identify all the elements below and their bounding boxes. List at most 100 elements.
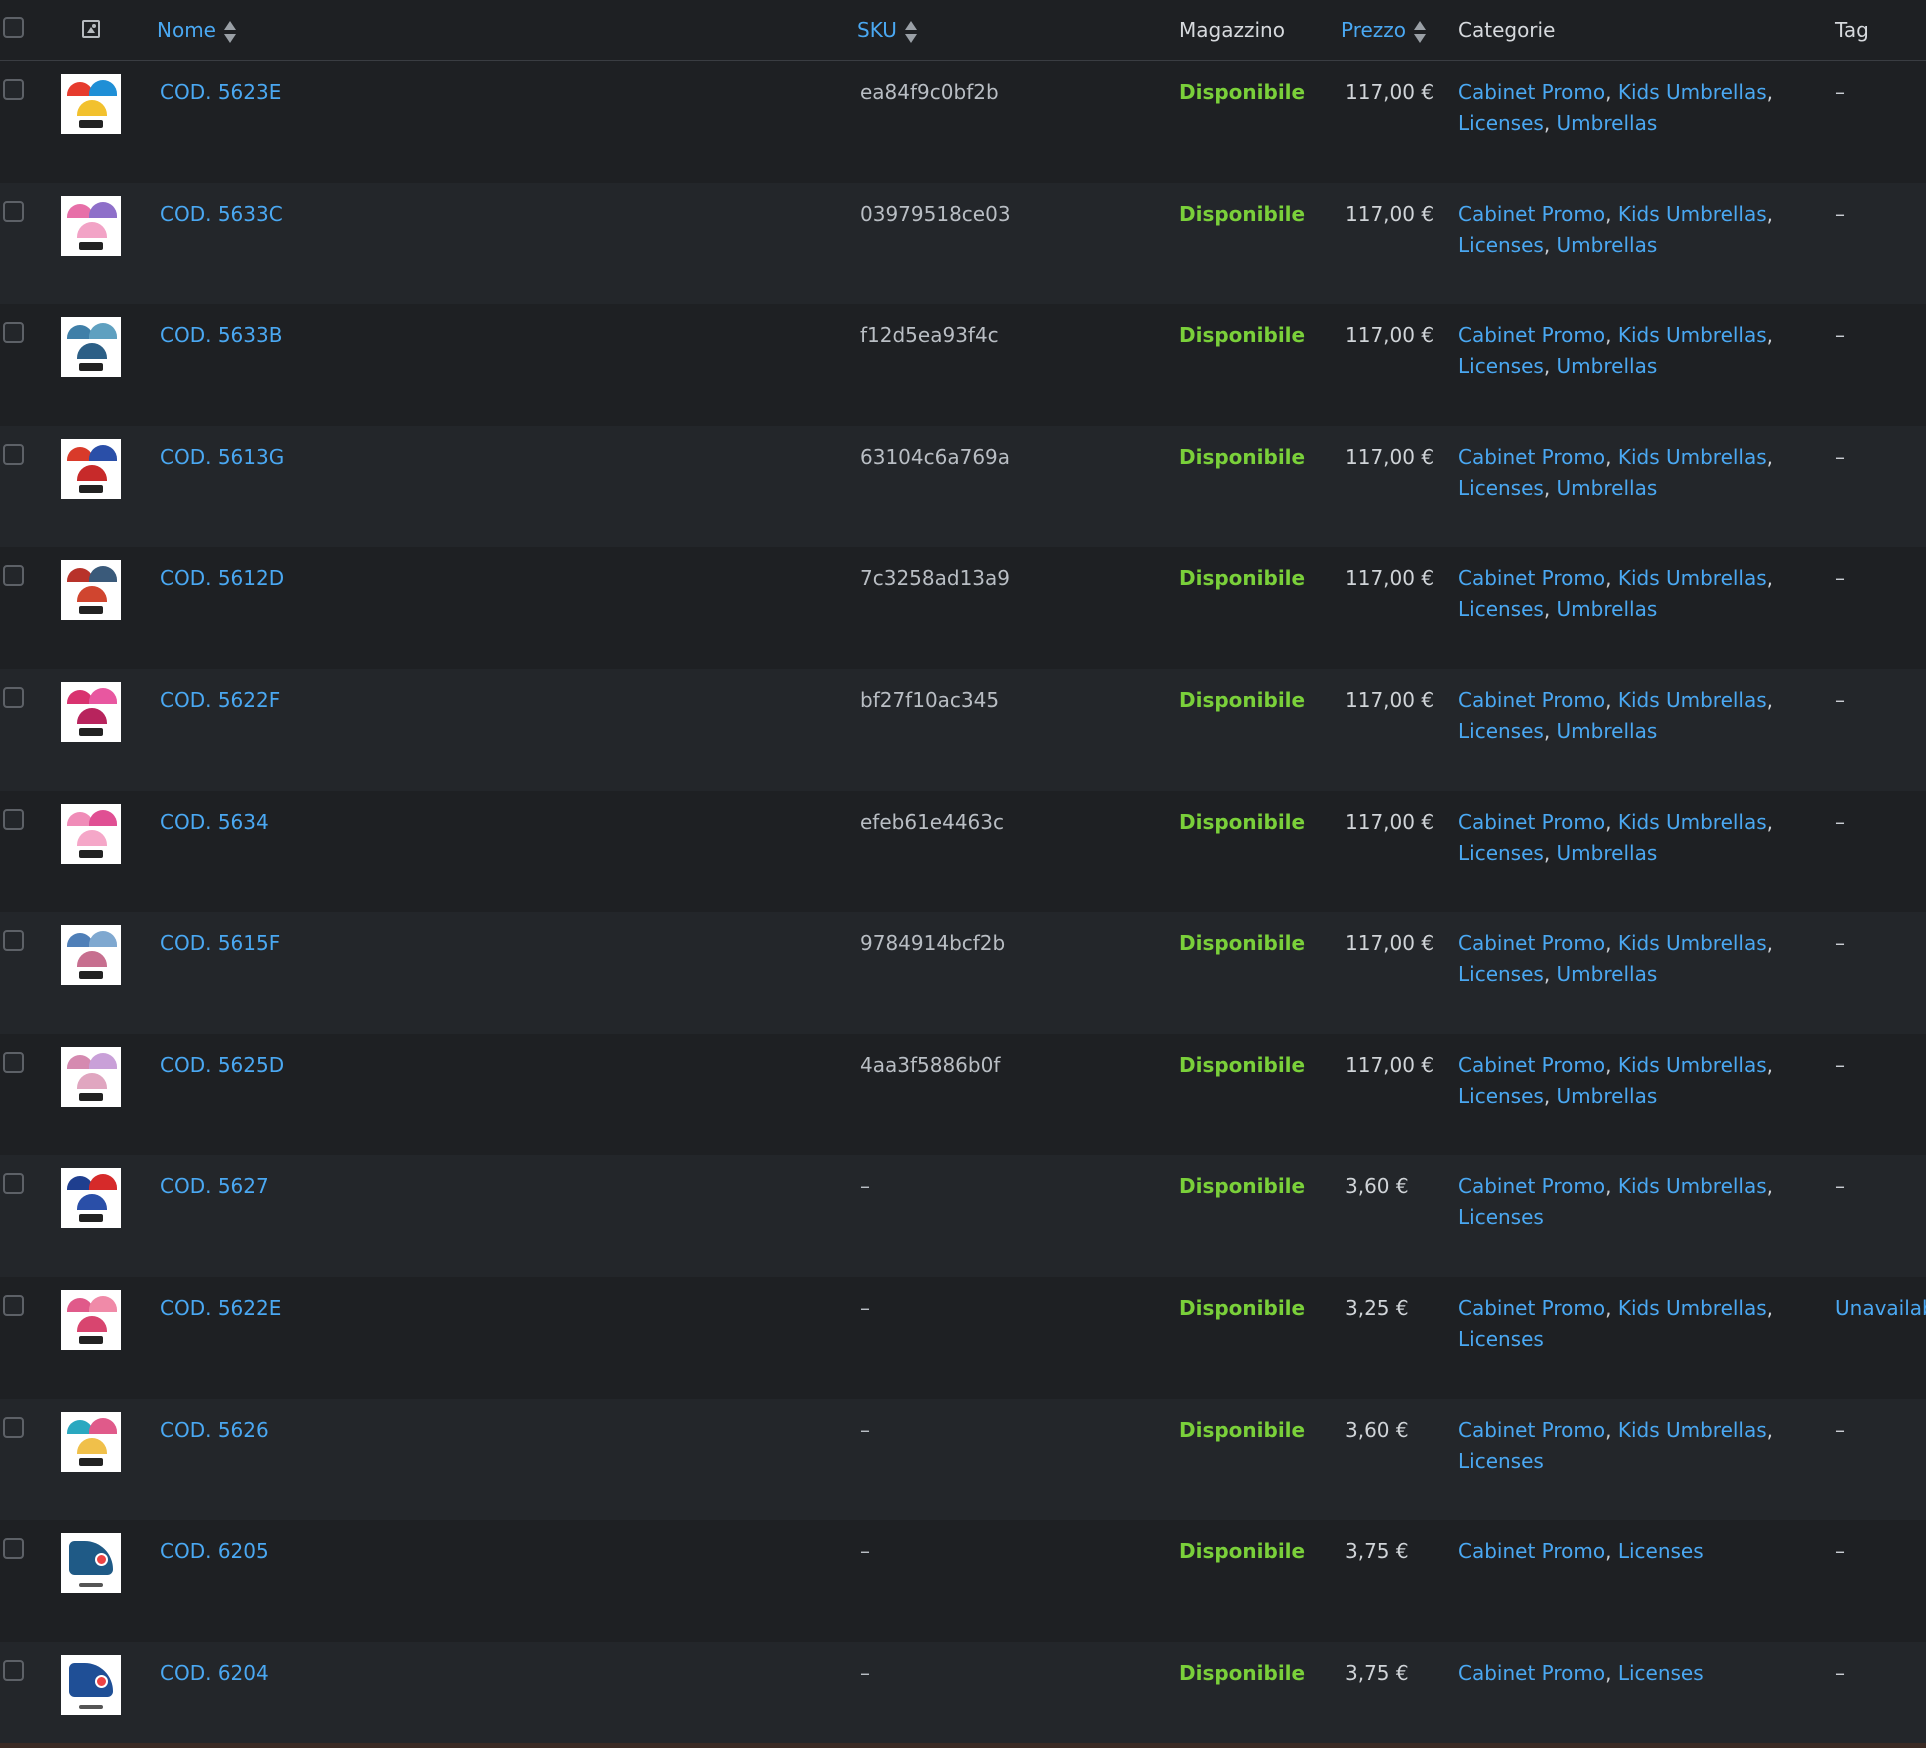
category-link[interactable]: Cabinet Promo (1458, 202, 1605, 226)
category-link[interactable]: Licenses (1458, 1327, 1544, 1351)
product-thumbnail[interactable] (61, 1533, 121, 1594)
category-link[interactable]: Umbrellas (1557, 354, 1658, 378)
column-price[interactable]: Prezzo (1341, 16, 1427, 44)
row-checkbox[interactable] (3, 322, 24, 344)
category-link[interactable]: Licenses (1458, 476, 1544, 500)
product-thumbnail[interactable] (61, 1290, 121, 1350)
product-name-link[interactable]: COD. 5627 (160, 1171, 269, 1202)
product-name-link[interactable]: COD. 5622F (160, 685, 280, 716)
category-link[interactable]: Cabinet Promo (1458, 80, 1605, 104)
row-checkbox[interactable] (3, 443, 24, 465)
category-link[interactable]: Licenses (1458, 719, 1544, 743)
product-name-link[interactable]: COD. 5613G (160, 442, 284, 473)
product-tag[interactable]: Unavailable (1835, 1293, 1926, 1324)
select-all-checkbox[interactable] (3, 17, 24, 38)
product-thumbnail[interactable] (61, 560, 121, 621)
category-link[interactable]: Cabinet Promo (1458, 1296, 1605, 1320)
product-thumbnail[interactable] (61, 1654, 121, 1715)
category-link[interactable]: Licenses (1458, 111, 1544, 135)
product-thumbnail[interactable] (61, 682, 121, 742)
category-link[interactable]: Cabinet Promo (1458, 1053, 1605, 1077)
category-link[interactable]: Licenses (1458, 962, 1544, 986)
category-link[interactable]: Kids Umbrellas (1618, 566, 1767, 590)
product-thumbnail[interactable] (61, 1411, 121, 1472)
stock-status: Disponibile (1179, 1052, 1306, 1077)
category-link[interactable]: Umbrellas (1557, 476, 1658, 500)
product-name-link[interactable]: COD. 5633B (160, 320, 282, 351)
category-separator: , (1605, 1660, 1618, 1685)
category-link[interactable]: Kids Umbrellas (1618, 688, 1767, 712)
product-name-link[interactable]: COD. 5626 (160, 1415, 269, 1446)
category-link[interactable]: Cabinet Promo (1458, 1174, 1605, 1198)
product-thumbnail[interactable] (61, 74, 121, 134)
category-link[interactable]: Licenses (1458, 597, 1544, 621)
product-name-link[interactable]: COD. 5615F (160, 928, 280, 959)
product-thumbnail[interactable] (61, 803, 121, 864)
product-thumbnail[interactable] (61, 1046, 121, 1107)
product-name-link[interactable]: COD. 5634 (160, 807, 269, 838)
category-link[interactable]: Cabinet Promo (1458, 1661, 1605, 1685)
row-checkbox[interactable] (3, 687, 24, 708)
category-link[interactable]: Licenses (1618, 1539, 1704, 1563)
product-thumbnail[interactable] (61, 317, 121, 378)
category-link[interactable]: Cabinet Promo (1458, 1539, 1605, 1563)
category-link[interactable]: Cabinet Promo (1458, 688, 1605, 712)
row-checkbox[interactable] (3, 930, 24, 952)
category-link[interactable]: Umbrellas (1557, 962, 1658, 986)
category-separator: , (1605, 1052, 1618, 1077)
product-name-link[interactable]: COD. 6204 (160, 1658, 269, 1689)
product-name-link[interactable]: COD. 5622E (160, 1293, 281, 1324)
category-link[interactable]: Licenses (1458, 841, 1544, 865)
row-checkbox[interactable] (3, 1295, 24, 1316)
category-link[interactable]: Cabinet Promo (1458, 1418, 1605, 1442)
category-link[interactable]: Cabinet Promo (1458, 445, 1605, 469)
product-thumbnail[interactable] (61, 195, 121, 256)
category-link[interactable]: Kids Umbrellas (1618, 445, 1767, 469)
category-link[interactable]: Cabinet Promo (1458, 566, 1605, 590)
product-thumbnail[interactable] (61, 438, 121, 499)
product-name-link[interactable]: COD. 5612D (160, 563, 284, 594)
column-sku[interactable]: SKU (857, 16, 917, 44)
category-link[interactable]: Umbrellas (1557, 719, 1658, 743)
row-checkbox[interactable] (3, 79, 24, 100)
category-link[interactable]: Kids Umbrellas (1618, 1174, 1767, 1198)
category-link[interactable]: Umbrellas (1557, 233, 1658, 257)
category-link[interactable]: Licenses (1618, 1661, 1704, 1685)
category-link[interactable]: Licenses (1458, 1084, 1544, 1108)
row-checkbox[interactable] (3, 1051, 24, 1073)
category-link[interactable]: Umbrellas (1557, 597, 1658, 621)
row-checkbox[interactable] (3, 1659, 24, 1681)
category-link[interactable]: Kids Umbrellas (1618, 1418, 1767, 1442)
row-checkbox[interactable] (3, 808, 24, 830)
column-name[interactable]: Nome (157, 16, 236, 44)
category-link[interactable]: Umbrellas (1557, 1084, 1658, 1108)
category-link[interactable]: Kids Umbrellas (1618, 1296, 1767, 1320)
category-link[interactable]: Umbrellas (1557, 841, 1658, 865)
product-name-link[interactable]: COD. 6205 (160, 1536, 269, 1567)
category-link[interactable]: Kids Umbrellas (1618, 202, 1767, 226)
category-link[interactable]: Kids Umbrellas (1618, 810, 1767, 834)
product-thumbnail[interactable] (61, 925, 121, 986)
category-link[interactable]: Cabinet Promo (1458, 810, 1605, 834)
product-name-link[interactable]: COD. 5623E (160, 77, 281, 108)
row-checkbox[interactable] (3, 200, 24, 222)
umbrella-shape (89, 931, 117, 948)
category-link[interactable]: Kids Umbrellas (1618, 931, 1767, 955)
category-link[interactable]: Kids Umbrellas (1618, 80, 1767, 104)
category-link[interactable]: Licenses (1458, 233, 1544, 257)
category-link[interactable]: Licenses (1458, 1449, 1544, 1473)
category-link[interactable]: Cabinet Promo (1458, 323, 1605, 347)
product-name-link[interactable]: COD. 5625D (160, 1050, 284, 1081)
category-link[interactable]: Licenses (1458, 354, 1544, 378)
category-link[interactable]: Kids Umbrellas (1618, 1053, 1767, 1077)
product-thumbnail[interactable] (61, 1168, 121, 1229)
category-link[interactable]: Licenses (1458, 1205, 1544, 1229)
row-checkbox[interactable] (3, 565, 24, 587)
row-checkbox[interactable] (3, 1538, 24, 1560)
row-checkbox[interactable] (3, 1416, 24, 1438)
category-link[interactable]: Kids Umbrellas (1618, 323, 1767, 347)
product-name-link[interactable]: COD. 5633C (160, 199, 283, 230)
category-link[interactable]: Cabinet Promo (1458, 931, 1605, 955)
row-checkbox[interactable] (3, 1173, 24, 1195)
category-link[interactable]: Umbrellas (1557, 111, 1658, 135)
